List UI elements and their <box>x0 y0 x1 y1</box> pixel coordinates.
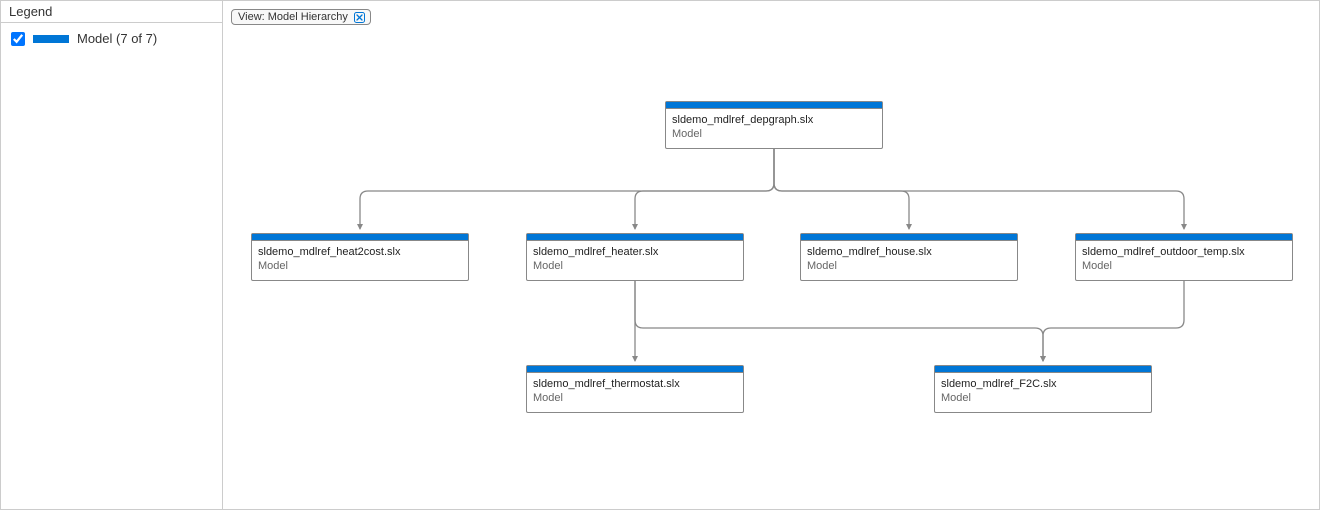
legend-item-label: Model (7 of 7) <box>77 31 157 46</box>
node-header <box>666 102 882 109</box>
node-f2c[interactable]: sldemo_mdlref_F2C.slx Model <box>934 365 1152 413</box>
node-type: Model <box>533 259 737 273</box>
node-header <box>801 234 1017 241</box>
node-header <box>527 234 743 241</box>
node-type: Model <box>533 391 737 405</box>
node-type: Model <box>258 259 462 273</box>
node-title: sldemo_mdlref_F2C.slx <box>941 377 1145 391</box>
node-header <box>935 366 1151 373</box>
view-filter-label: View: Model Hierarchy <box>238 11 348 23</box>
node-header <box>252 234 468 241</box>
legend-title: Legend <box>1 1 222 23</box>
node-heat2cost[interactable]: sldemo_mdlref_heat2cost.slx Model <box>251 233 469 281</box>
node-title: sldemo_mdlref_thermostat.slx <box>533 377 737 391</box>
node-type: Model <box>672 127 876 141</box>
node-header <box>527 366 743 373</box>
node-title: sldemo_mdlref_heater.slx <box>533 245 737 259</box>
node-body: sldemo_mdlref_thermostat.slx Model <box>527 373 743 412</box>
node-body: sldemo_mdlref_heat2cost.slx Model <box>252 241 468 280</box>
node-body: sldemo_mdlref_outdoor_temp.slx Model <box>1076 241 1292 280</box>
node-body: sldemo_mdlref_F2C.slx Model <box>935 373 1151 412</box>
graph-canvas[interactable]: View: Model Hierarchy <box>223 1 1319 509</box>
node-heater[interactable]: sldemo_mdlref_heater.slx Model <box>526 233 744 281</box>
node-title: sldemo_mdlref_depgraph.slx <box>672 113 876 127</box>
node-title: sldemo_mdlref_outdoor_temp.slx <box>1082 245 1286 259</box>
node-title: sldemo_mdlref_heat2cost.slx <box>258 245 462 259</box>
node-header <box>1076 234 1292 241</box>
node-house[interactable]: sldemo_mdlref_house.slx Model <box>800 233 1018 281</box>
close-icon[interactable] <box>354 11 366 23</box>
node-root[interactable]: sldemo_mdlref_depgraph.slx Model <box>665 101 883 149</box>
legend-item[interactable]: Model (7 of 7) <box>1 23 222 54</box>
node-type: Model <box>941 391 1145 405</box>
legend-panel: Legend Model (7 of 7) <box>1 1 223 509</box>
node-type: Model <box>1082 259 1286 273</box>
node-title: sldemo_mdlref_house.slx <box>807 245 1011 259</box>
view-filter-chip[interactable]: View: Model Hierarchy <box>231 9 371 25</box>
node-outdoor[interactable]: sldemo_mdlref_outdoor_temp.slx Model <box>1075 233 1293 281</box>
legend-swatch <box>33 35 69 43</box>
node-thermostat[interactable]: sldemo_mdlref_thermostat.slx Model <box>526 365 744 413</box>
node-body: sldemo_mdlref_house.slx Model <box>801 241 1017 280</box>
node-type: Model <box>807 259 1011 273</box>
legend-checkbox[interactable] <box>11 32 25 46</box>
node-body: sldemo_mdlref_heater.slx Model <box>527 241 743 280</box>
node-body: sldemo_mdlref_depgraph.slx Model <box>666 109 882 148</box>
